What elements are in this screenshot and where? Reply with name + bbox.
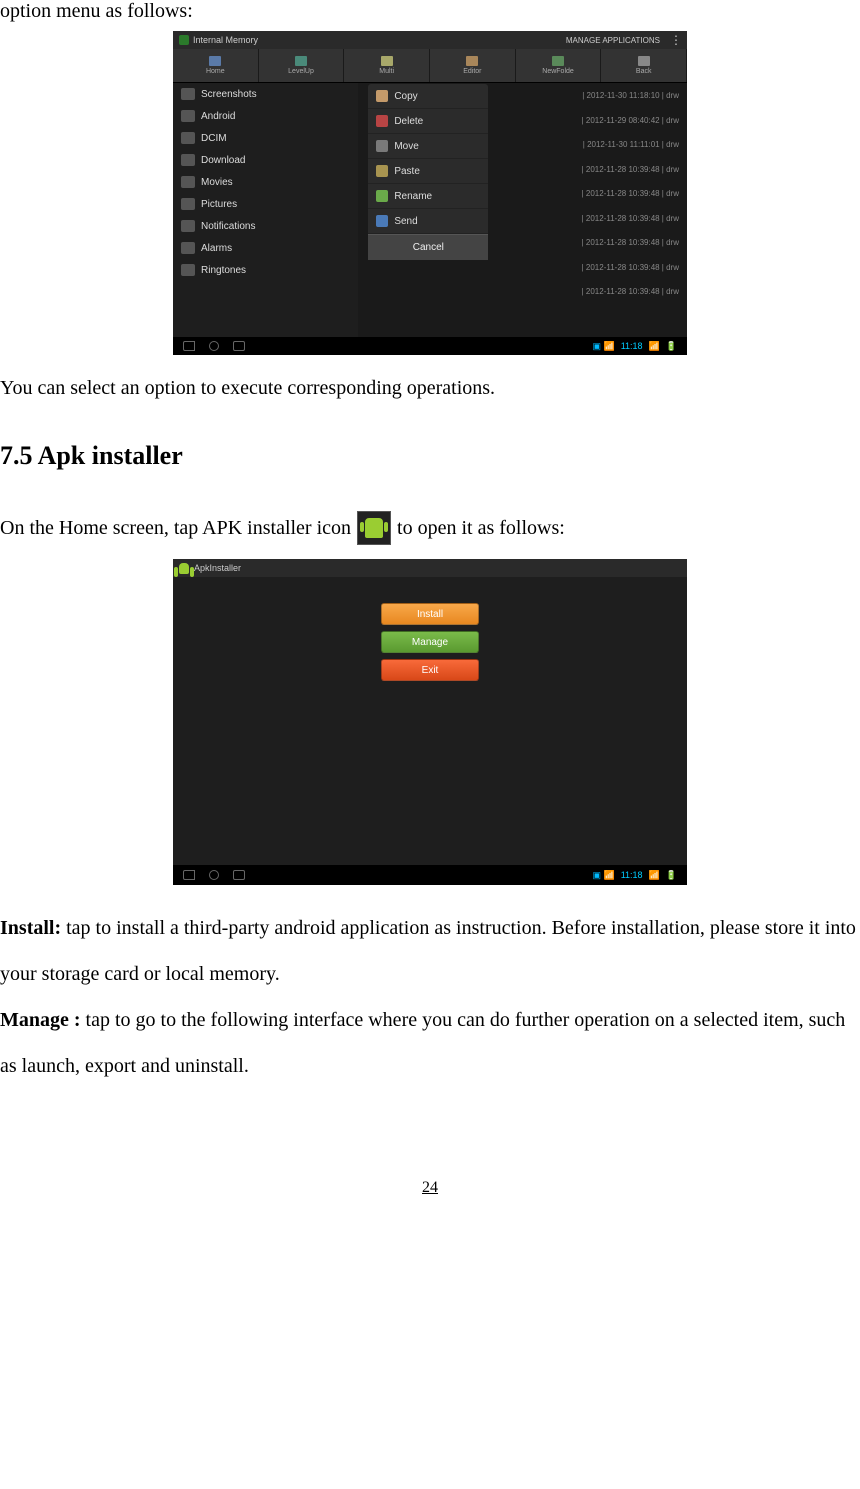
tool-newfolder[interactable]: NewFolde	[516, 49, 602, 82]
newfolder-icon	[552, 56, 564, 66]
nav-back-icon[interactable]	[183, 870, 195, 880]
nav-back-icon[interactable]	[183, 341, 195, 351]
list-item[interactable]: Movies	[173, 171, 358, 193]
apk-installer-icon	[357, 511, 391, 545]
clock: 11:18	[621, 870, 643, 880]
body-text: Install: tap to install a third-party an…	[0, 905, 860, 1089]
tool-multi[interactable]: Multi	[344, 49, 430, 82]
tool-levelup[interactable]: LevelUp	[259, 49, 345, 82]
file-meta: | 2012-11-30 11:11:01 | drw	[497, 133, 687, 158]
back-icon	[638, 56, 650, 66]
menu-send[interactable]: Send	[368, 209, 488, 234]
file-meta: | 2012-11-29 08:40:42 | drw	[497, 109, 687, 134]
file-meta: | 2012-11-28 10:39:48 | drw	[497, 182, 687, 207]
install-button[interactable]: Install	[381, 603, 479, 625]
status-icons: ▣ 📶	[592, 870, 614, 881]
section-heading: 7.5 Apk installer	[0, 441, 860, 471]
nav-home-icon[interactable]	[209, 341, 219, 351]
folder-icon	[181, 264, 195, 276]
menu-paste[interactable]: Paste	[368, 159, 488, 184]
home-icon	[209, 56, 221, 66]
folder-list: Screenshots Android DCIM Download Movies…	[173, 83, 358, 341]
menu-cancel[interactable]: Cancel	[368, 234, 488, 260]
system-navbar: ▣ 📶 11:18 📶 🔋	[173, 865, 687, 885]
nav-recent-icon[interactable]	[233, 341, 245, 351]
list-item[interactable]: Screenshots	[173, 83, 358, 105]
list-item[interactable]: Download	[173, 149, 358, 171]
apk-text-after: to open it as follows:	[397, 517, 565, 540]
folder-icon	[181, 176, 195, 188]
folder-icon	[181, 110, 195, 122]
metadata-column: | 2012-11-30 11:18:10 | drw | 2012-11-29…	[497, 84, 687, 305]
send-icon	[376, 215, 388, 227]
folder-icon	[181, 88, 195, 100]
menu-delete[interactable]: Delete	[368, 109, 488, 134]
window-title: ApkInstaller	[194, 563, 241, 573]
apk-installer-screenshot: ApkInstaller Install Manage Exit ▣ 📶 11:…	[173, 559, 687, 885]
battery-icon: 🔋	[666, 341, 677, 352]
editor-icon	[466, 56, 478, 66]
menu-move[interactable]: Move	[368, 134, 488, 159]
folder-icon	[181, 220, 195, 232]
system-navbar: ▣ 📶 11:18 📶 🔋	[173, 337, 687, 355]
file-manager-screenshot: Internal Memory MANAGE APPLICATIONS ⋮ Ho…	[173, 31, 687, 355]
battery-icon: 🔋	[666, 870, 677, 881]
manage-desc: tap to go to the following interface whe…	[0, 1009, 845, 1077]
titlebar: Internal Memory MANAGE APPLICATIONS ⋮	[173, 31, 687, 49]
apk-text-before: On the Home screen, tap APK installer ic…	[0, 517, 351, 540]
tool-home[interactable]: Home	[173, 49, 259, 82]
menu-rename[interactable]: Rename	[368, 184, 488, 209]
app-icon	[179, 563, 189, 574]
nav-home-icon[interactable]	[209, 870, 219, 880]
delete-icon	[376, 115, 388, 127]
context-menu: Copy Delete Move Paste Rename Send Cance…	[368, 84, 488, 260]
install-desc: tap to install a third-party android app…	[0, 917, 856, 985]
move-icon	[376, 140, 388, 152]
install-label: Install:	[0, 917, 61, 939]
file-meta: | 2012-11-28 10:39:48 | drw	[497, 256, 687, 281]
status-icons: ▣ 📶	[592, 341, 614, 352]
after-ss1-text: You can select an option to execute corr…	[0, 375, 860, 401]
folder-icon	[181, 132, 195, 144]
file-meta: | 2012-11-28 10:39:48 | drw	[497, 158, 687, 183]
file-meta: | 2012-11-28 10:39:48 | drw	[497, 280, 687, 305]
file-meta: | 2012-11-28 10:39:48 | drw	[497, 207, 687, 232]
list-item[interactable]: DCIM	[173, 127, 358, 149]
manage-apps-button[interactable]: MANAGE APPLICATIONS	[566, 36, 660, 45]
clock: 11:18	[621, 341, 643, 351]
file-meta: | 2012-11-28 10:39:48 | drw	[497, 231, 687, 256]
tool-back[interactable]: Back	[601, 49, 687, 82]
multi-icon	[381, 56, 393, 66]
list-item[interactable]: Pictures	[173, 193, 358, 215]
manage-label: Manage :	[0, 1009, 81, 1031]
wifi-icon: 📶	[649, 870, 660, 881]
toolbar: Home LevelUp Multi Editor NewFolde Back	[173, 49, 687, 83]
intro-text: option menu as follows:	[0, 0, 860, 23]
levelup-icon	[295, 56, 307, 66]
titlebar: ApkInstaller	[173, 559, 687, 577]
paste-icon	[376, 165, 388, 177]
page-number: 24	[0, 1179, 860, 1197]
menu-copy[interactable]: Copy	[368, 84, 488, 109]
window-title: Internal Memory	[193, 35, 258, 45]
folder-icon	[181, 242, 195, 254]
file-meta: | 2012-11-30 11:18:10 | drw	[497, 84, 687, 109]
nav-recent-icon[interactable]	[233, 870, 245, 880]
copy-icon	[376, 90, 388, 102]
list-item[interactable]: Alarms	[173, 237, 358, 259]
folder-icon	[181, 198, 195, 210]
list-item[interactable]: Android	[173, 105, 358, 127]
list-item[interactable]: Notifications	[173, 215, 358, 237]
list-item[interactable]: Ringtones	[173, 259, 358, 281]
storage-icon	[179, 35, 189, 45]
tool-editor[interactable]: Editor	[430, 49, 516, 82]
overflow-icon[interactable]: ⋮	[670, 33, 681, 47]
rename-icon	[376, 190, 388, 202]
wifi-icon: 📶	[649, 341, 660, 352]
exit-button[interactable]: Exit	[381, 659, 479, 681]
manage-button[interactable]: Manage	[381, 631, 479, 653]
folder-icon	[181, 154, 195, 166]
